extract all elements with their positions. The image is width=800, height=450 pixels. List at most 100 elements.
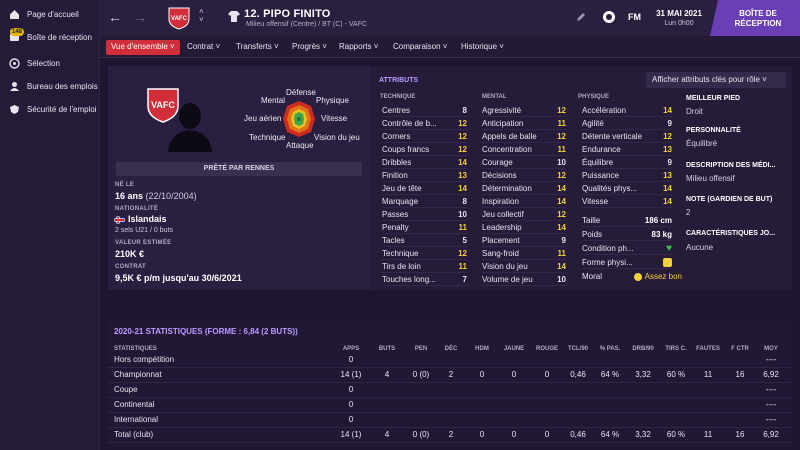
attribute-label: Endurance (582, 144, 621, 154)
mental-attribute-row[interactable]: Appels de balle 12 (482, 130, 566, 143)
personality-value: Équilibré (686, 139, 718, 148)
player-switcher[interactable]: ˄ ˅ (199, 8, 204, 24)
mental-attribute-row[interactable]: Détermination 14 (482, 182, 566, 195)
tab-comparison[interactable]: Comparaison ˅ (388, 40, 452, 55)
tab-overview[interactable]: Vue d'ensemble ˅ (106, 40, 180, 55)
game-date[interactable]: 31 MAI 2021 Lun 0h00 (652, 4, 706, 32)
attribute-label: Placement (482, 235, 520, 245)
attribute-value: 9 (667, 118, 672, 128)
forward-arrow-icon[interactable]: → (133, 9, 147, 25)
sidebar-item-inbox[interactable]: 148 Boîte de réception (0, 27, 100, 47)
mental-attribute-row[interactable]: Leadership 14 (482, 221, 566, 234)
stats-column-header[interactable]: STATISTIQUES (114, 346, 157, 352)
physique-attribute-row[interactable]: Agilité 9 (582, 117, 672, 130)
player-name: 12. PIPO FINITO (244, 8, 331, 20)
stats-column-header[interactable]: MOY (753, 346, 789, 352)
attribute-label: Accélération (582, 105, 627, 115)
club-badge-icon[interactable] (602, 10, 616, 24)
stats-column-header[interactable]: FAUTES (690, 346, 726, 352)
edit-icon[interactable] (576, 12, 586, 22)
attribute-value: 12 (557, 105, 566, 115)
attribute-label: Décisions (482, 170, 517, 180)
role-attributes-dropdown[interactable]: Afficher attributs clés pour rôle ˅ (646, 72, 786, 88)
mental-attribute-row[interactable]: Agressivité 12 (482, 104, 566, 117)
mental-attribute-row[interactable]: Courage 10 (482, 156, 566, 169)
technique-attribute-row[interactable]: Touches long... 7 (382, 273, 467, 286)
stats-column-header[interactable]: DRB/90 (625, 346, 661, 352)
mental-column-header: MENTAL (482, 94, 507, 100)
club-abbr: VAFC (171, 16, 188, 22)
sidebar: Page d'accueil 148 Boîte de réception Sé… (0, 0, 100, 450)
technique-attribute-row[interactable]: Contrôle de b... 12 (382, 117, 467, 130)
sidebar-item-jobs[interactable]: Bureau des emplois (0, 76, 100, 96)
mental-attribute-row[interactable]: Jeu collectif 12 (482, 208, 566, 221)
attribute-value: 11 (557, 248, 566, 258)
fm-logo[interactable]: FM (628, 12, 641, 22)
attribute-value: 14 (557, 222, 566, 232)
attribute-value: 11 (458, 222, 467, 232)
mental-attribute-row[interactable]: Vision du jeu 14 (482, 260, 566, 273)
technique-attribute-row[interactable]: Tirs de loin 11 (382, 260, 467, 273)
tab-progress[interactable]: Progrès ˅ (287, 40, 332, 55)
technique-attribute-row[interactable]: Coups francs 12 (382, 143, 467, 156)
tab-contract[interactable]: Contrat ˅ (182, 40, 225, 55)
stats-column-header[interactable]: TIRS C. (658, 346, 694, 352)
stats-column-header[interactable]: JAUNE (496, 346, 532, 352)
back-arrow-icon[interactable]: ← (108, 9, 122, 25)
radar-label-physique: Physique (316, 96, 349, 105)
attribute-label: Leadership (482, 222, 522, 232)
technique-attribute-row[interactable]: Technique 12 (382, 247, 467, 260)
mental-attribute-row[interactable]: Anticipation 11 (482, 117, 566, 130)
tab-history[interactable]: Historique ˅ (456, 40, 509, 55)
technique-attribute-row[interactable]: Tacles 5 (382, 234, 467, 247)
technique-attribute-row[interactable]: Marquage 8 (382, 195, 467, 208)
tab-reports[interactable]: Rapports ˅ (334, 40, 383, 55)
date-label: 31 MAI 2021 (656, 9, 702, 18)
attribute-value: 10 (557, 274, 566, 284)
club-crest-icon[interactable]: VAFC (168, 6, 190, 30)
media-description-label[interactable]: DESCRIPTION DES MÉDI... (686, 162, 775, 169)
inbox-continue-button[interactable]: BOÎTE DE RÉCEPTION (710, 0, 800, 36)
physique-attribute-row[interactable]: Endurance 13 (582, 143, 672, 156)
attribute-value: 14 (663, 105, 672, 115)
sidebar-item-home[interactable]: Page d'accueil (0, 4, 100, 24)
technique-attribute-row[interactable]: Finition 13 (382, 169, 467, 182)
stats-column-header[interactable]: APPS (333, 346, 369, 352)
physique-attribute-row[interactable]: Équilibre 9 (582, 156, 672, 169)
stats-cell: 0 (348, 400, 354, 409)
mental-attribute-row[interactable]: Décisions 12 (482, 169, 566, 182)
technique-attribute-row[interactable]: Dribbles 14 (382, 156, 467, 169)
mental-attribute-row[interactable]: Placement 9 (482, 234, 566, 247)
physique-attribute-row[interactable]: Qualités phys... 14 (582, 182, 672, 195)
technique-attribute-row[interactable]: Jeu de tête 14 (382, 182, 467, 195)
tab-transfers[interactable]: Transferts ˅ (231, 40, 284, 55)
physique-column-header: PHYSIQUE (578, 94, 610, 100)
stats-column-header[interactable]: BUTS (369, 346, 405, 352)
stats-cell: 14 (1) (340, 370, 362, 379)
stats-column-header[interactable]: HDM (464, 346, 500, 352)
stats-column-header[interactable]: TCL/90 (560, 346, 596, 352)
attribute-value: 8 (462, 196, 467, 206)
physique-attribute-row[interactable]: Détente verticale 12 (582, 130, 672, 143)
technique-attribute-row[interactable]: Passes 10 (382, 208, 467, 221)
physique-attribute-row[interactable]: Vitesse 14 (582, 195, 672, 208)
mental-attribute-row[interactable]: Concentration 11 (482, 143, 566, 156)
physique-attribute-row[interactable]: Puissance 13 (582, 169, 672, 182)
attribute-value: 12 (557, 209, 566, 219)
technique-attribute-row[interactable]: Centres 8 (382, 104, 467, 117)
mental-attribute-row[interactable]: Volume de jeu 10 (482, 273, 566, 286)
contract-value: 9,5K € p/m jusqu'au 30/6/2021 (115, 273, 242, 283)
chevron-down-icon[interactable]: ˅ (199, 15, 204, 24)
attribute-label: Dribbles (382, 157, 412, 167)
mental-attribute-row[interactable]: Sang-froid 11 (482, 247, 566, 260)
sidebar-item-selection[interactable]: Sélection (0, 53, 100, 73)
attribute-value: 10 (557, 157, 566, 167)
technique-attribute-row[interactable]: Penalty 11 (382, 221, 467, 234)
player-traits-label[interactable]: CARACTÉRISTIQUES JO... (686, 230, 775, 237)
physique-attribute-row[interactable]: Accélération 14 (582, 104, 672, 117)
stats-row-label: Hors compétition (114, 355, 175, 364)
stats-column-header[interactable]: % PAS. (592, 346, 628, 352)
technique-attribute-row[interactable]: Corners 12 (382, 130, 467, 143)
sidebar-item-job-security[interactable]: Sécurité de l'emploi (0, 99, 100, 119)
mental-attribute-row[interactable]: Inspiration 14 (482, 195, 566, 208)
